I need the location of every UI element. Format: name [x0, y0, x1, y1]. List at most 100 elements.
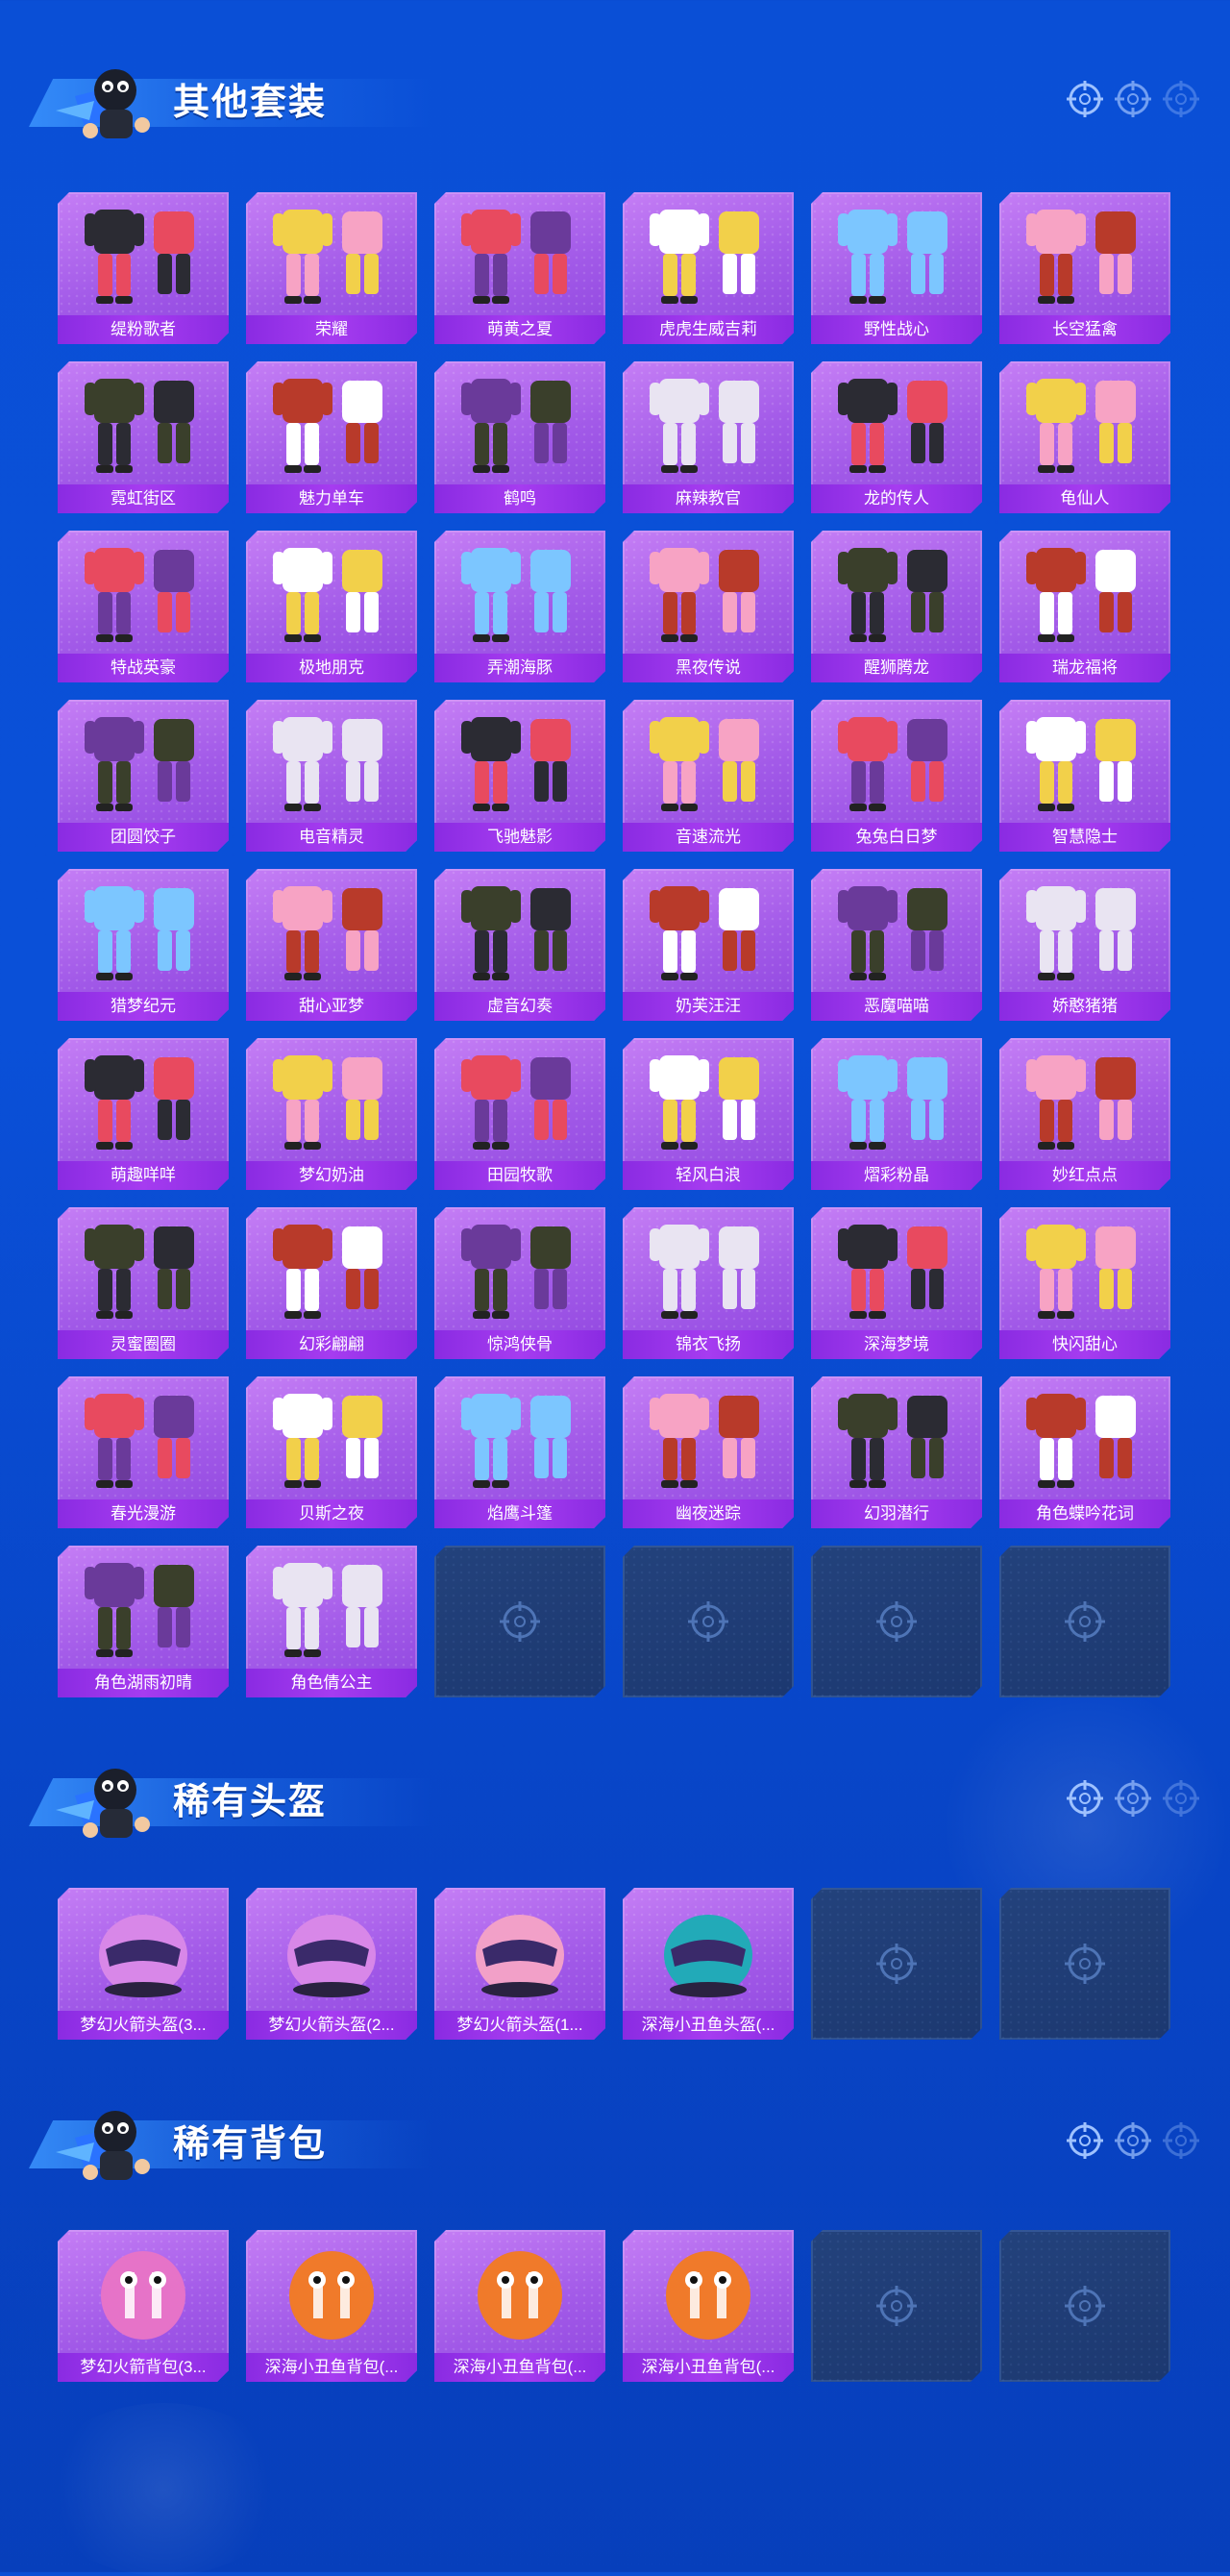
- item-card[interactable]: 梦幻火箭头盔(1...: [434, 1888, 605, 2040]
- item-name: 春光漫游: [58, 1499, 229, 1528]
- item-card[interactable]: 灵蜜圈圈: [58, 1207, 229, 1359]
- item-card[interactable]: 奶芙汪汪: [623, 869, 794, 1021]
- item-card[interactable]: 霓虹街区: [58, 361, 229, 513]
- empty-slot: [999, 2230, 1170, 2382]
- item-card[interactable]: 缇粉歌者: [58, 192, 229, 344]
- item-card[interactable]: 幻羽潜行: [811, 1376, 982, 1528]
- item-image: [623, 1380, 794, 1496]
- crosshair-icon: [1067, 1780, 1103, 1817]
- crosshair-icon: [873, 1941, 920, 1987]
- item-image: [246, 2234, 417, 2349]
- item-card[interactable]: 长空猛禽: [999, 192, 1170, 344]
- item-image: [58, 196, 229, 311]
- item-card[interactable]: 轻风白浪: [623, 1038, 794, 1190]
- item-card[interactable]: 快闪甜心: [999, 1207, 1170, 1359]
- item-card[interactable]: 娇憨猪猪: [999, 869, 1170, 1021]
- item-card[interactable]: 甜心亚梦: [246, 869, 417, 1021]
- item-image: [623, 1211, 794, 1326]
- item-name: 电音精灵: [246, 823, 417, 852]
- item-card[interactable]: 深海小丑鱼背包(...: [246, 2230, 417, 2382]
- item-card[interactable]: 贝斯之夜: [246, 1376, 417, 1528]
- item-card[interactable]: 角色湖雨初晴: [58, 1546, 229, 1697]
- item-card[interactable]: 角色蝶吟花词: [999, 1376, 1170, 1528]
- item-image: [58, 534, 229, 650]
- item-card[interactable]: 音速流光: [623, 700, 794, 852]
- item-card[interactable]: 妙红点点: [999, 1038, 1170, 1190]
- mascot-icon: [56, 69, 150, 138]
- item-card[interactable]: 梦幻火箭头盔(3...: [58, 1888, 229, 2040]
- item-card[interactable]: 荣耀: [246, 192, 417, 344]
- item-card[interactable]: 麻辣教官: [623, 361, 794, 513]
- item-card[interactable]: 深海小丑鱼背包(...: [434, 2230, 605, 2382]
- item-name: 梦幻奶油: [246, 1161, 417, 1190]
- item-card[interactable]: 智慧隐士: [999, 700, 1170, 852]
- item-image: [811, 534, 982, 650]
- item-name: 魅力单车: [246, 484, 417, 513]
- item-image: [623, 365, 794, 481]
- item-card[interactable]: 惊鸿侠骨: [434, 1207, 605, 1359]
- item-card[interactable]: 深海梦境: [811, 1207, 982, 1359]
- item-card[interactable]: 野性战心: [811, 192, 982, 344]
- empty-slot: [434, 1546, 605, 1697]
- item-card[interactable]: 春光漫游: [58, 1376, 229, 1528]
- crosshair-icon: [685, 1598, 731, 1645]
- item-card[interactable]: 团圆饺子: [58, 700, 229, 852]
- crosshair-icon: [1115, 81, 1151, 117]
- item-card[interactable]: 虎虎生威吉莉: [623, 192, 794, 344]
- item-card[interactable]: 猎梦纪元: [58, 869, 229, 1021]
- item-name: 梦幻火箭头盔(2...: [246, 2011, 417, 2040]
- item-card[interactable]: 龟仙人: [999, 361, 1170, 513]
- item-card[interactable]: 熠彩粉晶: [811, 1038, 982, 1190]
- item-card[interactable]: 瑞龙福将: [999, 531, 1170, 682]
- item-image: [434, 1380, 605, 1496]
- item-card[interactable]: 焰鹰斗篷: [434, 1376, 605, 1528]
- item-image: [58, 1549, 229, 1665]
- item-card[interactable]: 田园牧歌: [434, 1038, 605, 1190]
- item-name: 特战英豪: [58, 654, 229, 682]
- item-card[interactable]: 锦衣飞扬: [623, 1207, 794, 1359]
- item-card[interactable]: 萌趣咩咩: [58, 1038, 229, 1190]
- item-image: [811, 365, 982, 481]
- item-card[interactable]: 梦幻火箭背包(3...: [58, 2230, 229, 2382]
- item-image: [999, 365, 1170, 481]
- item-name: 虚音幻奏: [434, 992, 605, 1021]
- item-card[interactable]: 深海小丑鱼头盔(...: [623, 1888, 794, 2040]
- item-card[interactable]: 深海小丑鱼背包(...: [623, 2230, 794, 2382]
- item-image: [434, 2234, 605, 2349]
- item-card[interactable]: 幻彩翩翩: [246, 1207, 417, 1359]
- item-card[interactable]: 黑夜传说: [623, 531, 794, 682]
- item-name: 猎梦纪元: [58, 992, 229, 1021]
- item-image: [999, 196, 1170, 311]
- item-card[interactable]: 飞驰魅影: [434, 700, 605, 852]
- item-image: [434, 534, 605, 650]
- item-image: [811, 1380, 982, 1496]
- item-card[interactable]: 恶魔喵喵: [811, 869, 982, 1021]
- item-image: [434, 365, 605, 481]
- item-image: [999, 534, 1170, 650]
- item-card[interactable]: 鹤鸣: [434, 361, 605, 513]
- item-card[interactable]: 萌黄之夏: [434, 192, 605, 344]
- item-card[interactable]: 弄潮海豚: [434, 531, 605, 682]
- item-card[interactable]: 特战英豪: [58, 531, 229, 682]
- item-image: [623, 196, 794, 311]
- item-image: [58, 1211, 229, 1326]
- item-card[interactable]: 兔兔白日梦: [811, 700, 982, 852]
- item-image: [811, 704, 982, 819]
- item-name: 田园牧歌: [434, 1161, 605, 1190]
- item-card[interactable]: 醒狮腾龙: [811, 531, 982, 682]
- item-name: 鹤鸣: [434, 484, 605, 513]
- item-name: 妙红点点: [999, 1161, 1170, 1190]
- section-header: 稀有头盔: [29, 1747, 432, 1863]
- item-card[interactable]: 龙的传人: [811, 361, 982, 513]
- item-card[interactable]: 电音精灵: [246, 700, 417, 852]
- item-card[interactable]: 梦幻火箭头盔(2...: [246, 1888, 417, 2040]
- item-image: [246, 1892, 417, 2007]
- item-name: 萌趣咩咩: [58, 1161, 229, 1190]
- item-card[interactable]: 魅力单车: [246, 361, 417, 513]
- item-card[interactable]: 幽夜迷踪: [623, 1376, 794, 1528]
- item-card[interactable]: 角色倩公主: [246, 1546, 417, 1697]
- crosshair-icon: [497, 1598, 543, 1645]
- item-card[interactable]: 梦幻奶油: [246, 1038, 417, 1190]
- item-card[interactable]: 虚音幻奏: [434, 869, 605, 1021]
- item-card[interactable]: 极地朋克: [246, 531, 417, 682]
